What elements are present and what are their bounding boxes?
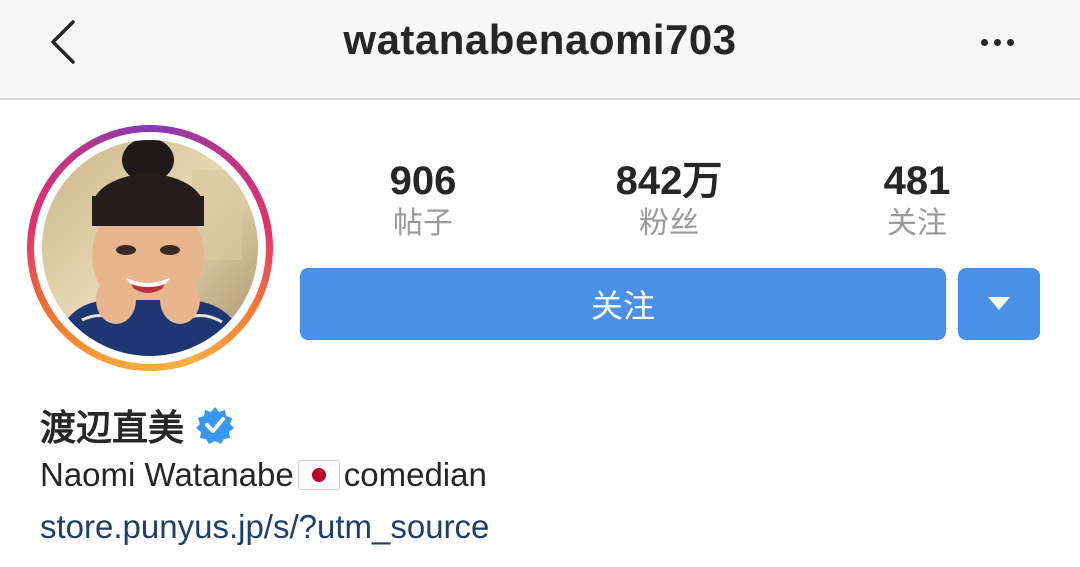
profile-username-title: watanabenaomi703 — [343, 16, 737, 63]
posts-count: 906 — [389, 159, 457, 203]
posts-label: 帖子 — [393, 206, 453, 241]
profile-name-row: 渡辺直美 — [40, 400, 235, 450]
followers-count: 842万 — [615, 159, 723, 203]
avatar — [42, 140, 258, 356]
bio-role: comedian — [343, 456, 487, 493]
suggested-accounts-dropdown-button[interactable] — [958, 268, 1040, 340]
bio-line: Naomi Watanabe comedian — [40, 456, 487, 494]
followers-label: 粉丝 — [639, 206, 699, 241]
follow-button[interactable]: 关注 — [300, 268, 946, 340]
display-name: 渡辺直美 — [40, 408, 185, 449]
verified-badge-icon — [196, 407, 235, 444]
following-label: 关注 — [887, 206, 947, 241]
bio-name: Naomi Watanabe — [40, 456, 294, 493]
more-options-icon[interactable] — [970, 24, 1024, 60]
profile-website-link[interactable]: store.punyus.jp/s/?utm_source — [40, 508, 489, 546]
stat-following[interactable]: 481 关注 — [817, 157, 1017, 243]
following-count: 481 — [883, 159, 951, 203]
japan-flag-icon — [297, 460, 340, 490]
navigation-bar: watanabenaomi703 — [0, 0, 1080, 100]
stat-followers[interactable]: 842万 粉丝 — [569, 157, 769, 243]
caret-down-icon — [988, 297, 1010, 310]
stat-posts[interactable]: 906 帖子 — [323, 157, 523, 243]
story-ring[interactable] — [27, 125, 273, 371]
